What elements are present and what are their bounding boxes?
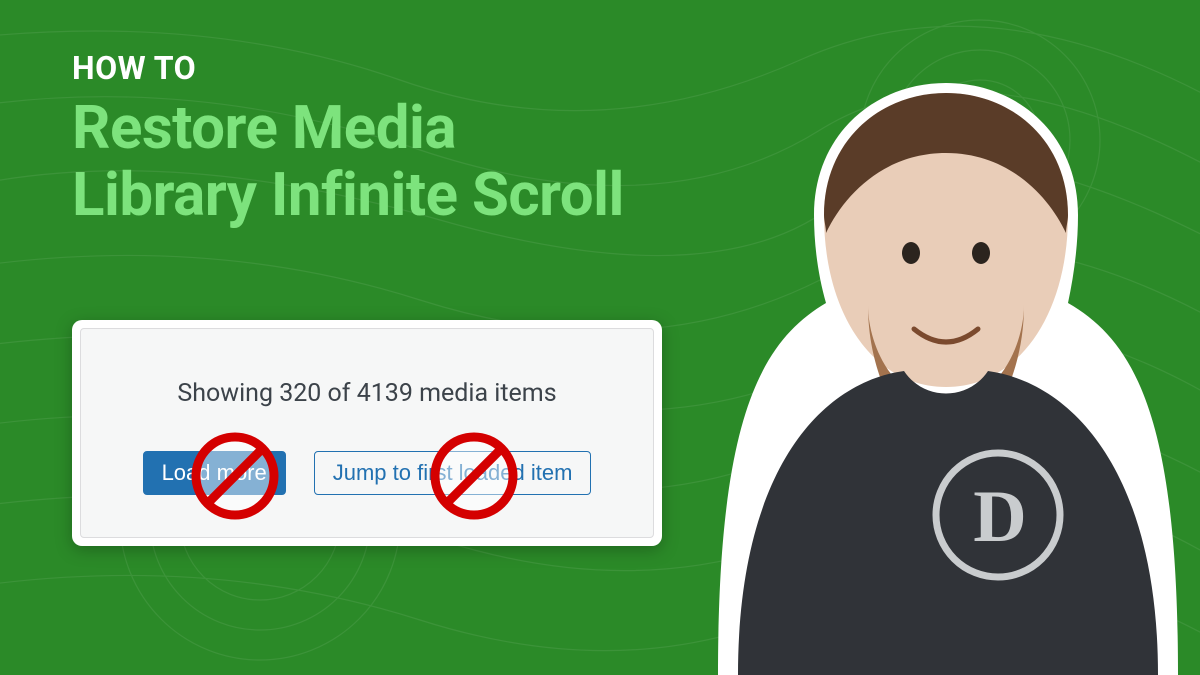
- prohibited-icon: [185, 426, 285, 526]
- heading: HOW TO Restore Media Library Infinite Sc…: [72, 52, 624, 228]
- eyebrow: HOW TO: [72, 52, 624, 84]
- title-line1: Restore Media: [72, 92, 456, 163]
- title-line2: Library Infinite Scroll: [72, 159, 624, 230]
- title: Restore Media Library Infinite Scroll: [72, 94, 624, 228]
- wp-media-panel: Showing 320 of 4139 media items Load mor…: [80, 328, 654, 538]
- prohibited-icon: [424, 426, 524, 526]
- screenshot-card: Showing 320 of 4139 media items Load mor…: [72, 320, 662, 546]
- status-text: Showing 320 of 4139 media items: [81, 379, 653, 408]
- svg-text:D: D: [973, 476, 1026, 558]
- presenter-photo: D: [718, 75, 1178, 675]
- button-row: Load more Jump to first loaded item: [81, 451, 653, 495]
